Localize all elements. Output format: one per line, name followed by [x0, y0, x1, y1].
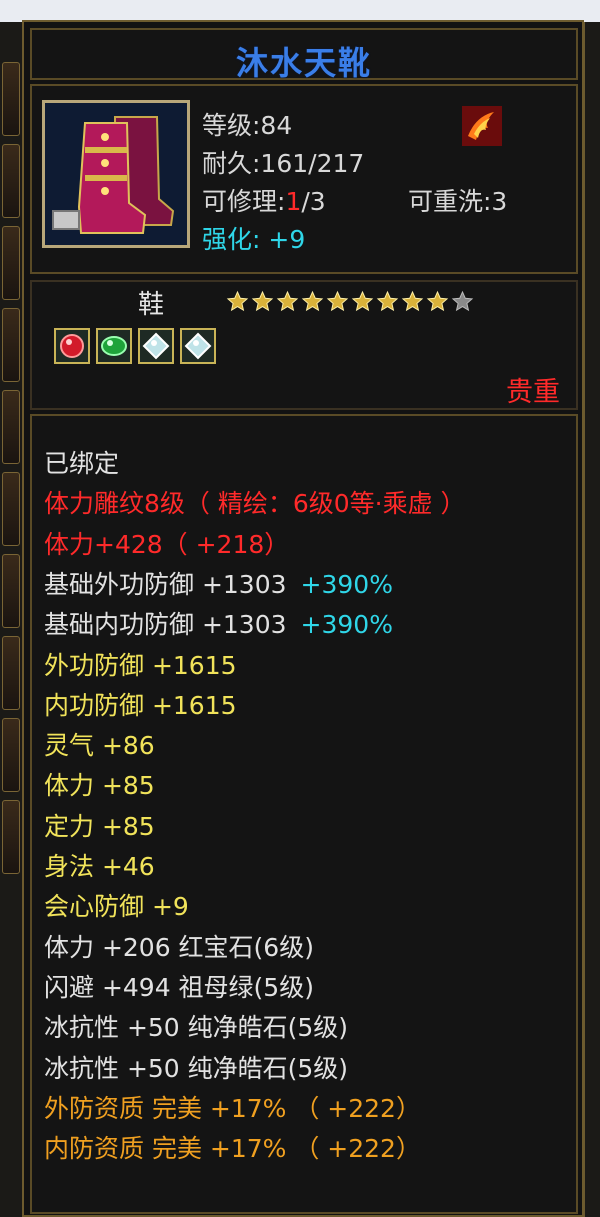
left-slot [2, 636, 20, 710]
attribute-text: 体力 +206 红宝石(6级) [44, 932, 314, 962]
attribute-bonus: +390% [300, 569, 393, 599]
attribute-text: 内防资质 完美 +17% （ +222） [44, 1134, 421, 1164]
attribute-text: 基础外功防御 +1303 [44, 569, 287, 599]
attribute-text: 外功防御 +1615 [44, 650, 237, 680]
star-filled-icon [351, 290, 374, 313]
left-slot [2, 800, 20, 874]
left-slot [2, 472, 20, 546]
star-filled-icon [401, 290, 424, 313]
attribute-text: 冰抗性 +50 纯净皓石(5级) [44, 1013, 349, 1043]
attribute-line: 已绑定 [44, 444, 119, 480]
star-filled-icon [376, 290, 399, 313]
repair-current: 1 [285, 187, 302, 216]
attribute-text: 定力 +85 [44, 811, 155, 841]
background-left-panel [0, 22, 23, 1217]
gem-sockets [54, 328, 216, 364]
left-slot [2, 390, 20, 464]
attribute-line: 冰抗性 +50 纯净皓石(5级) [44, 1049, 348, 1085]
star-filled-icon [301, 290, 324, 313]
item-summary: 鞋 贵重 [30, 280, 578, 410]
attribute-line: 体力雕纹8级（ 精绘：6级0等·乘虚 ） [44, 484, 466, 520]
left-slot [2, 308, 20, 382]
attribute-line: 灵气 +86 [44, 726, 155, 762]
green-gem-icon[interactable] [96, 328, 132, 364]
attribute-line: 身法 +46 [44, 847, 155, 883]
attribute-text: 已绑定 [44, 449, 120, 478]
item-level: 等级:84 [202, 111, 293, 140]
attribute-line: 基础外功防御 +1303 +390% [44, 565, 393, 601]
star-filled-icon [426, 290, 449, 313]
title-bar: 沐水天靴 [30, 28, 578, 82]
repair-max: /3 [301, 187, 326, 216]
attribute-line: 内防资质 完美 +17% （ +222） [44, 1129, 421, 1165]
attribute-bonus: +390% [300, 610, 393, 640]
enhance-value: +9 [268, 225, 306, 254]
item-tooltip: 沐水天靴 等级:84 耐久:161/217 可修理:1/3 可重洗:3 强化: … [22, 20, 584, 1217]
item-repair: 可修理:1/3 [202, 182, 326, 218]
white-gem-icon[interactable] [138, 328, 174, 364]
precious-label: 贵重 [506, 377, 560, 408]
attribute-text: 会心防御 +9 [44, 892, 189, 922]
attribute-text: 体力 +85 [44, 771, 155, 801]
attribute-text: 内功防御 +1615 [44, 690, 237, 720]
attribute-line: 外防资质 完美 +17% （ +222） [44, 1089, 421, 1125]
left-slot [2, 554, 20, 628]
left-slot [2, 144, 20, 218]
attribute-line: 基础内功防御 +1303 +390% [44, 605, 393, 641]
attribute-line: 冰抗性 +50 纯净皓石(5级) [44, 1008, 348, 1044]
attribute-line: 闪避 +494 祖母绿(5级) [44, 968, 314, 1004]
attribute-text: 闪避 +494 祖母绿(5级) [44, 972, 314, 1002]
attribute-line: 外功防御 +1615 [44, 646, 237, 682]
rank-emblem-icon [462, 106, 502, 146]
star-filled-icon [251, 290, 274, 313]
star-filled-icon [276, 290, 299, 313]
item-enhance: 强化: +9 [202, 220, 305, 256]
attribute-line: 体力 +206 红宝石(6级) [44, 928, 314, 964]
repair-label: 可修理: [202, 187, 286, 216]
red-gem-icon[interactable] [54, 328, 90, 364]
attribute-list: 已绑定体力雕纹8级（ 精绘：6级0等·乘虚 ） 体力+428（ +218） 基础外功… [30, 414, 578, 1214]
item-header: 等级:84 耐久:161/217 可修理:1/3 可重洗:3 强化: +9 [30, 84, 578, 274]
attribute-text: 体力+428（ +218） [44, 529, 290, 559]
boots-icon[interactable] [42, 100, 190, 248]
attribute-line: 体力 +85 [44, 766, 155, 802]
enhance-label: 强化: [202, 225, 261, 254]
item-type: 鞋 [138, 290, 165, 320]
left-slot [2, 226, 20, 300]
item-name: 沐水天靴 [235, 44, 372, 82]
attribute-line: 会心防御 +9 [44, 887, 189, 923]
white-gem-icon[interactable] [180, 328, 216, 364]
attribute-line: 内功防御 +1615 [44, 686, 237, 722]
left-slot [2, 718, 20, 792]
attribute-text: 体力雕纹8级（ 精绘：6级0等·乘虚 ） [44, 489, 466, 519]
star-filled-icon [326, 290, 349, 313]
background-right-panel [584, 22, 600, 1217]
attribute-text: 基础内功防御 +1303 [44, 610, 287, 640]
star-filled-icon [226, 290, 249, 313]
item-rewash: 可重洗:3 [408, 187, 508, 216]
attribute-text: 外防资质 完美 +17% （ +222） [44, 1093, 421, 1123]
attribute-text: 冰抗性 +50 纯净皓石(5级) [44, 1053, 349, 1083]
attribute-text: 灵气 +86 [44, 731, 155, 761]
attribute-text: 身法 +46 [44, 852, 155, 881]
left-slot [2, 62, 20, 136]
star-empty-icon [451, 290, 474, 313]
star-rating [226, 290, 474, 313]
attribute-line: 体力+428（ +218） [44, 525, 289, 561]
item-durability: 耐久:161/217 [202, 149, 365, 178]
attribute-line: 定力 +85 [44, 807, 155, 843]
